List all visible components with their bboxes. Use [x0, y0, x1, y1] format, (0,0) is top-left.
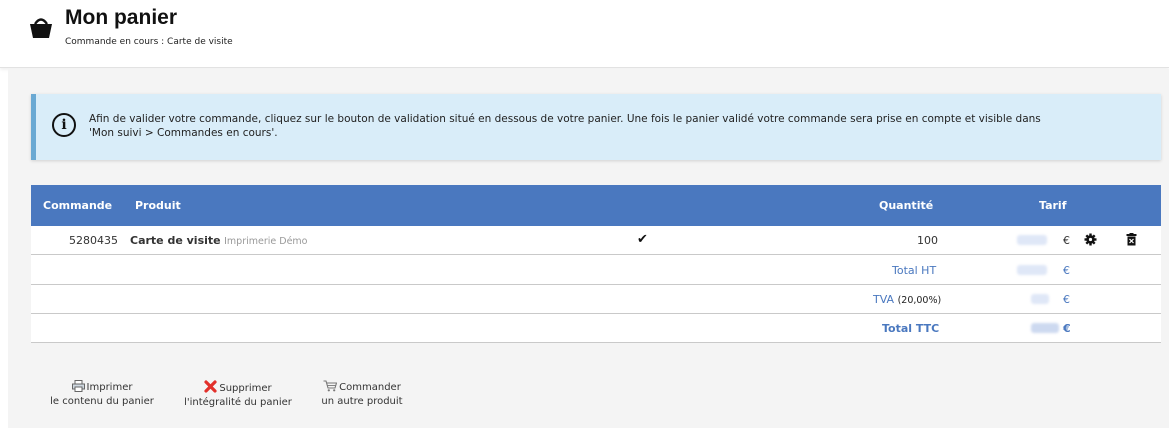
order-number: 5280435 [69, 234, 118, 247]
cart-actions: Imprimer le contenu du panier Supprimer … [0, 380, 1169, 420]
info-text-line-1: Afin de valider votre commande, cliquez … [89, 113, 1041, 125]
total-ttc-currency: € [1063, 322, 1071, 335]
gear-icon[interactable] [1084, 233, 1097, 246]
tva-blurred [1031, 294, 1049, 304]
trash-icon[interactable] [1126, 233, 1137, 246]
info-text-line-2: 'Mon suivi > Commandes en cours'. [89, 127, 278, 139]
total-ttc-blurred [1031, 323, 1059, 333]
price-currency: € [1063, 234, 1070, 247]
delete-cart-button[interactable]: Supprimer l'intégralité du panier [176, 380, 300, 410]
basket-icon [30, 18, 52, 38]
page-subtitle: Commande en cours : Carte de visite [65, 37, 233, 47]
quantity-value: 100 [917, 234, 938, 247]
table-row: 5280435 Carte de visite Imprimerie Démo … [31, 226, 1161, 255]
info-circle-icon: i [52, 113, 76, 137]
tva-row: TVA (20,00%) € [31, 285, 1161, 314]
header-tarif: Tarif [1039, 199, 1067, 212]
product-cell: Carte de visite Imprimerie Démo [130, 234, 308, 247]
check-icon: ✔ [637, 232, 648, 247]
tva-rate: (20,00%) [897, 295, 942, 306]
cart-table: Commande Produit Quantité Tarif 5280435 … [31, 185, 1161, 343]
page-header: Mon panier Commande en cours : Carte de … [0, 0, 1169, 68]
page-title: Mon panier [65, 6, 178, 29]
printer-icon [71, 380, 85, 392]
cart-icon [323, 380, 338, 392]
order-label-2: un autre produit [321, 396, 403, 407]
delete-label-2: l'intégralité du panier [184, 397, 292, 408]
total-ht-blurred [1017, 265, 1047, 275]
tva-currency: € [1063, 293, 1070, 306]
total-ttc-label: Total TTC [882, 322, 940, 335]
order-another-button[interactable]: Commander un autre produit [305, 380, 419, 409]
header-commande: Commande [43, 199, 113, 212]
print-label-2: le contenu du panier [50, 396, 154, 407]
header-produit: Produit [135, 199, 181, 212]
print-label-1: Imprimer [86, 382, 133, 393]
price-blurred [1017, 235, 1047, 245]
total-ht-label: Total HT [892, 264, 937, 277]
tva-label: TVA [873, 293, 895, 306]
delete-x-icon [204, 380, 217, 393]
header-quantite: Quantité [879, 199, 934, 212]
total-ttc-row: Total TTC € [31, 314, 1161, 343]
product-supplier: Imprimerie Démo [224, 236, 308, 247]
info-text: Afin de valider votre commande, cliquez … [89, 112, 1149, 140]
product-name[interactable]: Carte de visite [130, 234, 221, 247]
delete-label-1: Supprimer [219, 383, 272, 394]
tva-cell: TVA (20,00%) [873, 293, 941, 306]
order-label-1: Commander [339, 382, 401, 393]
info-alert: i Afin de valider votre commande, clique… [31, 94, 1161, 160]
total-ht-row: Total HT € [31, 256, 1161, 285]
print-cart-button[interactable]: Imprimer le contenu du panier [42, 380, 162, 409]
table-header: Commande Produit Quantité Tarif [31, 185, 1161, 226]
total-ht-currency: € [1063, 264, 1070, 277]
